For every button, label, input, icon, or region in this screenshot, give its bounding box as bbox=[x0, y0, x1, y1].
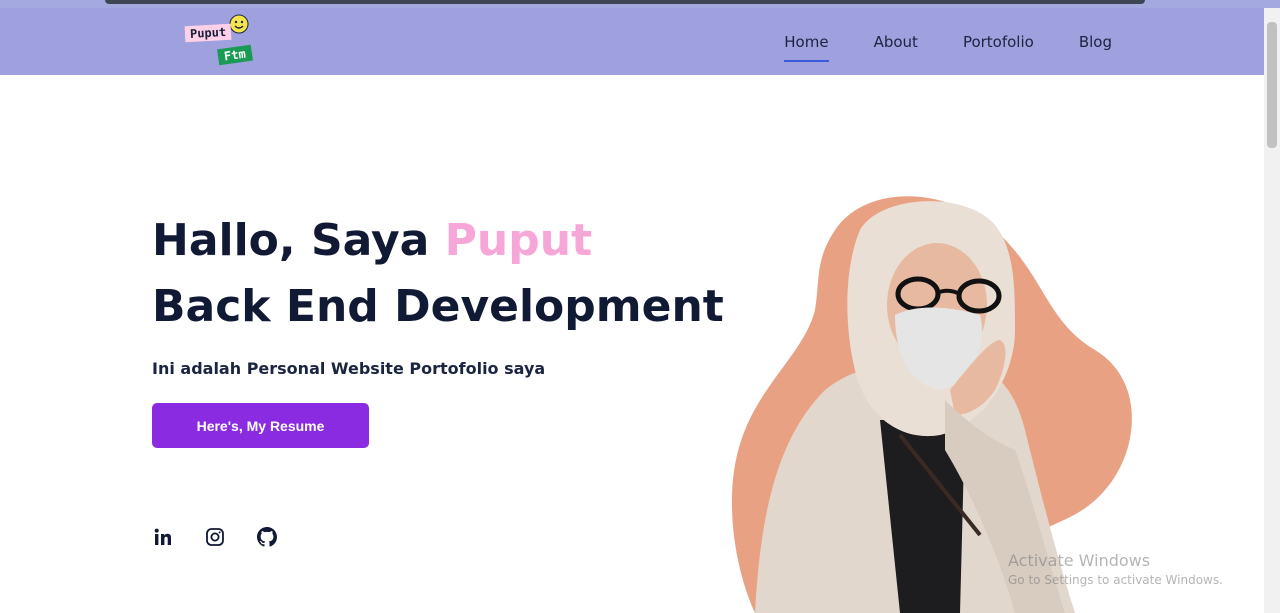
windows-activation-watermark: Activate Windows Go to Settings to activ… bbox=[1008, 551, 1223, 587]
watermark-subtitle: Go to Settings to activate Windows. bbox=[1008, 573, 1223, 587]
nav-blog[interactable]: Blog bbox=[1079, 33, 1112, 51]
hero-greeting: Hallo, Saya bbox=[152, 215, 445, 266]
main-nav: Home About Portofolio Blog bbox=[784, 8, 1112, 75]
linkedin-link[interactable] bbox=[152, 526, 174, 548]
portrait-illustration bbox=[731, 196, 1132, 613]
github-icon bbox=[257, 527, 277, 547]
nav-portofolio[interactable]: Portofolio bbox=[963, 33, 1034, 51]
social-links bbox=[152, 526, 278, 548]
logo-word-1: Puput bbox=[184, 23, 232, 43]
site-logo[interactable]: Puput Ftm bbox=[184, 14, 265, 70]
linkedin-icon bbox=[154, 528, 171, 545]
logo-word-2: Ftm bbox=[217, 44, 253, 66]
watermark-title: Activate Windows bbox=[1008, 551, 1151, 570]
hero-photo bbox=[715, 190, 1145, 613]
nav-home[interactable]: Home bbox=[784, 33, 829, 62]
resume-button[interactable]: Here's, My Resume bbox=[152, 403, 369, 448]
navbar: Puput Ftm Home About Portofolio Blog bbox=[0, 8, 1264, 75]
page-scrollbar[interactable] bbox=[1264, 8, 1280, 613]
hero-name: Puput bbox=[444, 215, 593, 266]
browser-tab-strip bbox=[105, 0, 1145, 4]
nav-about[interactable]: About bbox=[874, 33, 918, 51]
hero-role: Back End Development bbox=[152, 281, 724, 332]
instagram-icon bbox=[206, 528, 224, 546]
instagram-link[interactable] bbox=[204, 526, 226, 548]
scrollbar-thumb[interactable] bbox=[1267, 22, 1277, 148]
browser-top-bar bbox=[0, 0, 1280, 8]
smiley-icon bbox=[229, 14, 249, 34]
hero-tagline: Ini adalah Personal Website Portofolio s… bbox=[152, 359, 546, 378]
hero-title: Hallo, Saya Puput Back End Development bbox=[152, 208, 724, 340]
github-link[interactable] bbox=[256, 526, 278, 548]
